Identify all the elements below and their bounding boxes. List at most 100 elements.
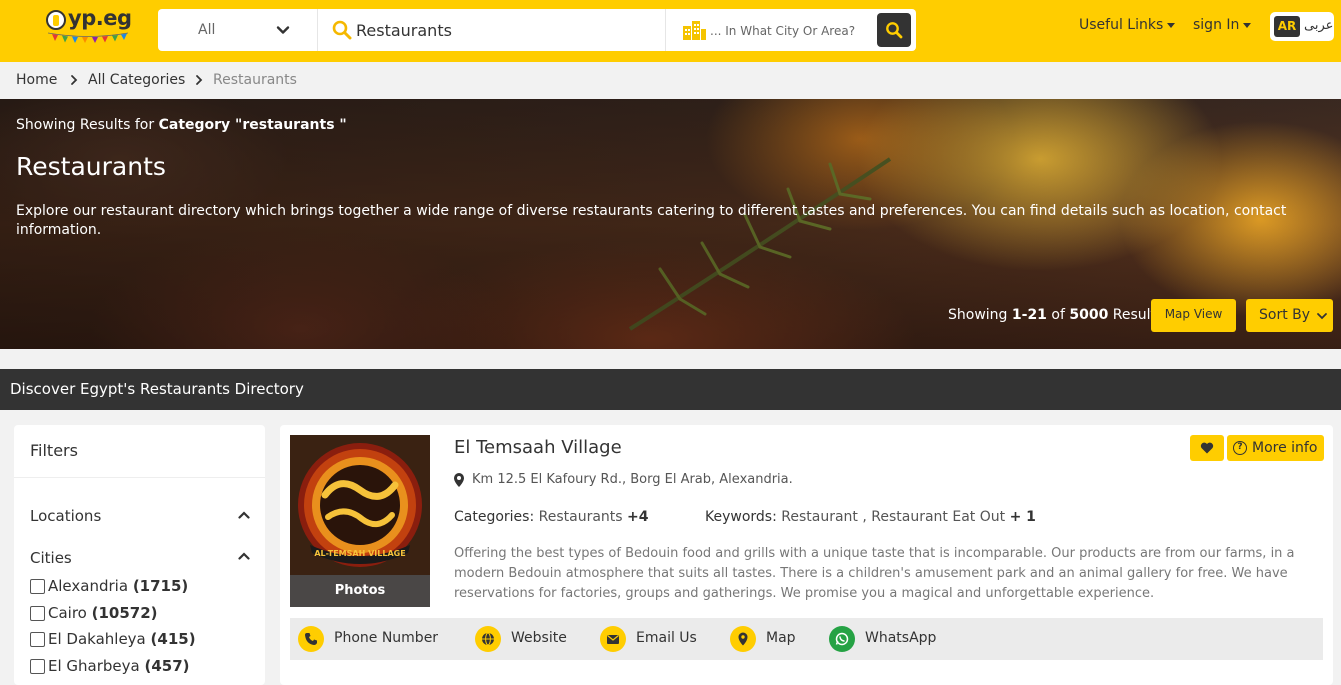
useful-links-menu[interactable]: Useful Links — [1079, 17, 1176, 33]
keywords-label: Keywords: — [705, 509, 777, 525]
checkbox[interactable] — [30, 606, 45, 621]
phone-icon — [298, 626, 324, 652]
city-input[interactable] — [710, 21, 870, 41]
globe-icon — [475, 626, 501, 652]
checkbox[interactable] — [30, 659, 45, 674]
page-description: Explore our restaurant directory which b… — [16, 203, 1287, 238]
categories-value[interactable]: Restaurants — [539, 509, 623, 525]
city-name: El Gharbeya — [48, 657, 140, 675]
checkbox[interactable] — [30, 579, 45, 594]
search-icon — [332, 20, 352, 40]
chevron-right-icon — [71, 75, 78, 85]
more-info-button[interactable]: ? More info — [1227, 435, 1324, 461]
sign-in-label: sign In — [1193, 17, 1240, 33]
keywords-more[interactable]: + 1 — [1010, 509, 1036, 525]
breadcrumb-home[interactable]: Home — [16, 72, 57, 88]
business-logo: AL-TEMSAH VILLAGE — [290, 435, 430, 575]
photos-label[interactable]: Photos — [290, 575, 430, 607]
category-select-value: All — [198, 22, 216, 38]
language-switch[interactable]: AR عربى — [1270, 12, 1334, 41]
locations-section-toggle[interactable]: Locations — [30, 507, 101, 525]
city-name: Alexandria — [48, 577, 129, 595]
search-icon — [886, 22, 903, 39]
search-context: Showing Results for Category "restaurant… — [16, 117, 347, 133]
breadcrumb-all-categories[interactable]: All Categories — [88, 72, 185, 88]
favorite-button[interactable] — [1190, 435, 1224, 461]
category-select[interactable]: All — [158, 9, 318, 51]
language-label: عربى — [1304, 18, 1334, 33]
cities-section-toggle[interactable]: Cities — [30, 549, 72, 567]
question-icon: ? — [1233, 441, 1247, 455]
business-categories: Categories: Restaurants +4 — [454, 509, 649, 525]
search-context-prefix: Showing Results for — [16, 117, 155, 133]
city-count: (415) — [150, 630, 196, 648]
caret-down-icon — [1243, 22, 1252, 28]
map-label: Map — [766, 630, 796, 646]
city-count: (457) — [144, 657, 190, 675]
city-filter-label: Alexandria (1715) — [48, 577, 188, 595]
divider — [14, 477, 265, 478]
useful-links-label: Useful Links — [1079, 17, 1164, 33]
business-name[interactable]: El Temsaah Village — [454, 437, 622, 458]
sort-by-button[interactable]: Sort By — [1246, 299, 1333, 332]
page-title: Restaurants — [16, 152, 166, 181]
listing-actions: Phone Number Website Email Us Map WhatsA… — [290, 618, 1323, 660]
business-description: Offering the best types of Bedouin food … — [454, 546, 1295, 601]
categories-more[interactable]: +4 — [627, 509, 648, 525]
city-count: (10572) — [91, 604, 158, 622]
breadcrumb: Home All Categories Restaurants — [0, 62, 1341, 99]
chevron-up-icon[interactable] — [238, 552, 250, 560]
search-context-category: Category "restaurants " — [158, 117, 347, 133]
hero-banner: Showing Results for Category "restaurant… — [0, 99, 1341, 349]
filters-title: Filters — [30, 441, 78, 460]
chevron-down-icon — [1317, 313, 1327, 320]
sign-in-menu[interactable]: sign In — [1193, 17, 1252, 33]
city-name: El Dakahleya — [48, 630, 146, 648]
filters-panel: Filters Locations Cities Alexandria (171… — [14, 425, 265, 685]
city-filter-label: El Gharbeya (457) — [48, 657, 190, 675]
city-field — [668, 9, 870, 51]
city-filter-label: Cairo (10572) — [48, 604, 158, 622]
email-us-label: Email Us — [636, 630, 697, 646]
city-buildings-icon — [683, 21, 706, 40]
map-pin-icon — [454, 473, 464, 487]
sort-by-label: Sort By — [1259, 307, 1311, 323]
result-count-of: of — [1051, 307, 1065, 323]
top-header: yp.eg All Restaurants ... In What City O… — [0, 0, 1341, 62]
locations-label: Locations — [30, 507, 102, 525]
result-count: Showing 1-21 of 5000 Result — [948, 307, 1156, 323]
search-button[interactable] — [877, 13, 911, 47]
more-info-label: More info — [1252, 440, 1318, 456]
cities-label: Cities — [30, 549, 72, 567]
result-count-suffix: Result — [1112, 307, 1157, 323]
chevron-down-icon — [276, 26, 290, 34]
keywords-value[interactable]: Restaurant , Restaurant Eat Out — [781, 509, 1005, 525]
chevron-up-icon[interactable] — [238, 511, 250, 519]
categories-label: Categories: — [454, 509, 535, 525]
breadcrumb-current: Restaurants — [213, 72, 297, 88]
business-photo[interactable]: AL-TEMSAH VILLAGE Photos — [290, 435, 430, 607]
language-code: AR — [1274, 16, 1300, 37]
whatsapp-icon — [829, 626, 855, 652]
result-total: 5000 — [1069, 307, 1109, 323]
business-keywords: Keywords: Restaurant , Restaurant Eat Ou… — [705, 509, 1036, 525]
website-label: Website — [511, 630, 567, 646]
svg-text:AL-TEMSAH VILLAGE: AL-TEMSAH VILLAGE — [314, 549, 405, 558]
city-filter-label: El Dakahleya (415) — [48, 630, 196, 648]
address-text: Km 12.5 El Kafoury Rd., Borg El Arab, Al… — [472, 472, 793, 487]
walking-fingers-icon — [46, 10, 66, 30]
city-count: (1715) — [132, 577, 189, 595]
keyword-field — [320, 9, 666, 51]
map-view-button[interactable]: Map View — [1151, 299, 1236, 332]
listing-card: AL-TEMSAH VILLAGE Photos El Temsaah Vill… — [280, 425, 1333, 685]
site-logo[interactable]: yp.eg — [46, 6, 132, 44]
logo-text: yp.eg — [68, 6, 132, 30]
result-count-prefix: Showing — [948, 307, 1008, 323]
map-pin-icon — [730, 626, 756, 652]
search-input[interactable] — [356, 19, 656, 41]
whatsapp-label: WhatsApp — [865, 630, 937, 646]
envelope-icon — [600, 626, 626, 652]
caret-down-icon — [1167, 22, 1176, 28]
checkbox[interactable] — [30, 632, 45, 647]
search-bar: All — [158, 9, 916, 51]
